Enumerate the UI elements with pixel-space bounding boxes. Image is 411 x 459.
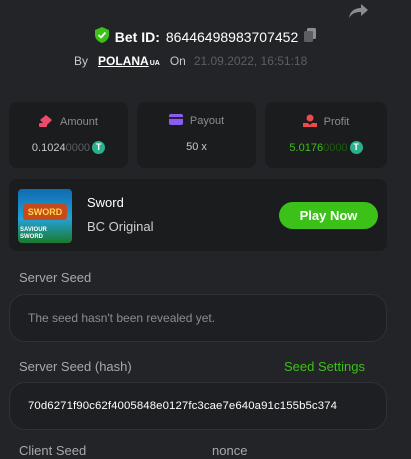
nonce-label: nonce <box>212 443 248 458</box>
profit-value: 5.0176 <box>289 141 324 154</box>
payout-icon <box>168 114 183 128</box>
share-icon[interactable] <box>346 2 370 20</box>
amount-label: Amount <box>60 116 98 128</box>
bet-id-row: Bet ID: 86446498983707452 <box>0 26 411 48</box>
game-thumbnail[interactable]: SWORD SAVIOUR SWORD <box>18 189 72 243</box>
profit-value-trailing: 0000 <box>323 141 348 154</box>
bet-id-label: Bet ID: <box>114 29 160 45</box>
on-label: On <box>169 54 186 68</box>
bet-author-row: By POLANA UA On 21.09.2022, 16:51:18 <box>74 52 307 70</box>
amount-value-trailing: 0000 <box>65 141 91 154</box>
username-link[interactable]: POLANA <box>98 54 149 68</box>
amount-value: 0.1024 <box>31 141 66 154</box>
server-seed-hash-value: 70d6271f90c62f4005848e0127fc3cae7e640a91… <box>28 400 338 412</box>
amount-card: Amount 0.1024 0000 T <box>9 102 128 168</box>
server-seed-hash-label: Server Seed (hash) <box>19 359 132 374</box>
client-seed-label: Client Seed <box>19 443 87 458</box>
play-now-button[interactable]: Play Now <box>279 202 378 229</box>
profit-card: Profit 5.0176 0000 T <box>265 102 387 168</box>
tether-icon: T <box>349 141 363 154</box>
game-provider: BC Original <box>87 219 154 234</box>
thumbnail-title: SWORD <box>23 204 67 220</box>
bet-id-value: 86446498983707452 <box>165 29 299 45</box>
server-seed-field: The seed hasn't been revealed yet. <box>9 294 387 342</box>
server-seed-hash-field[interactable]: 70d6271f90c62f4005848e0127fc3cae7e640a91… <box>9 382 387 430</box>
copy-icon[interactable] <box>304 27 317 47</box>
tether-icon: T <box>92 141 106 154</box>
game-name: Sword <box>87 195 124 210</box>
payout-value: 50 x <box>186 141 207 153</box>
by-label: By <box>74 54 89 68</box>
username-suffix: UA <box>149 59 160 67</box>
payout-label: Payout <box>189 115 225 127</box>
server-seed-label: Server Seed <box>19 270 92 285</box>
profit-label: Profit <box>323 116 350 128</box>
amount-icon <box>39 114 53 130</box>
payout-card: Payout 50 x <box>137 102 256 168</box>
server-seed-value: The seed hasn't been revealed yet. <box>28 311 216 325</box>
profit-icon <box>302 114 317 130</box>
thumbnail-subtitle: SAVIOUR SWORD <box>20 227 47 240</box>
verified-shield-icon <box>94 26 109 48</box>
seed-settings-link[interactable]: Seed Settings <box>284 359 365 374</box>
bet-date: 21.09.2022, 16:51:18 <box>193 54 308 68</box>
